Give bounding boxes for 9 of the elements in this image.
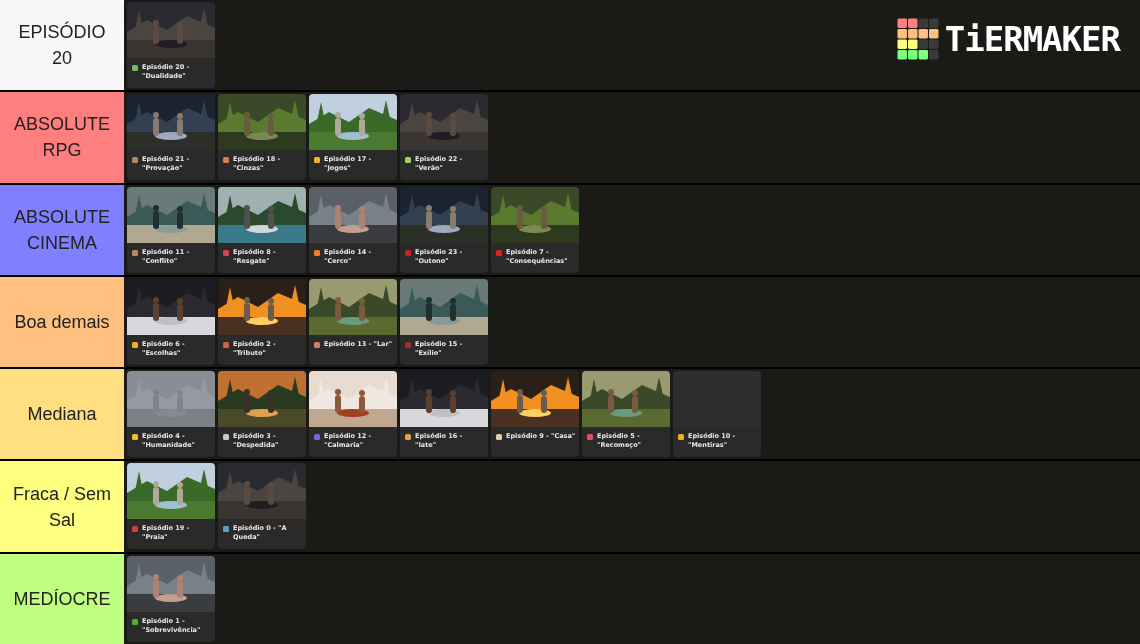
tier-label: EPISÓDIO 20: [0, 0, 124, 91]
logo-text: TiERMAKER: [944, 19, 1120, 59]
tier-label: ABSOLUTE CINEMA: [0, 184, 124, 275]
tier-label: MEDÍOCRE: [0, 553, 124, 644]
logo-grid-icon: [896, 18, 939, 60]
tier-label: Mediana: [0, 369, 124, 460]
tier-label: ABSOLUTE RPG: [0, 92, 124, 183]
tier-label: Fraca / Sem Sal: [0, 461, 124, 552]
tier-label: Boa demais: [0, 276, 124, 368]
